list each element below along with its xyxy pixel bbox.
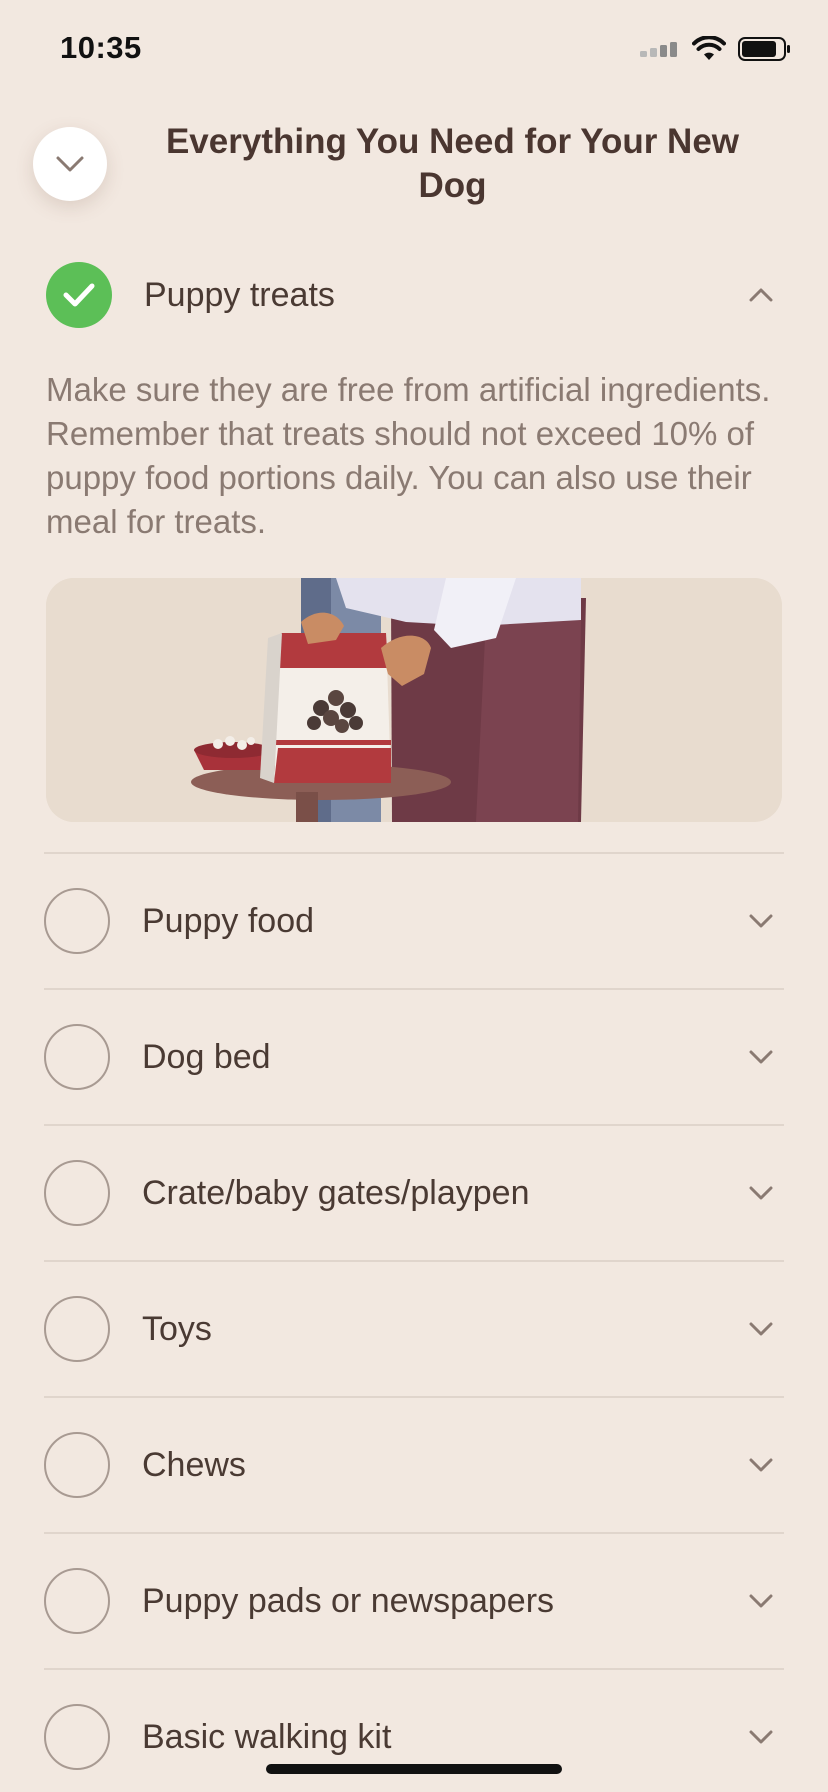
chevron-down-icon[interactable] bbox=[748, 1593, 774, 1609]
chevron-down-icon[interactable] bbox=[748, 1457, 774, 1473]
chevron-down-icon[interactable] bbox=[748, 913, 774, 929]
checkbox-unchecked[interactable] bbox=[44, 1024, 110, 1090]
checklist-item[interactable]: Toys bbox=[44, 1260, 784, 1396]
chevron-down-icon[interactable] bbox=[748, 1049, 774, 1065]
page-title: Everything You Need for Your New Dog bbox=[165, 122, 740, 205]
chevron-down-icon[interactable] bbox=[748, 1185, 774, 1201]
status-icons bbox=[640, 36, 792, 62]
checklist-item[interactable]: Dog bed bbox=[44, 988, 784, 1124]
item-label: Basic walking kit bbox=[142, 1717, 392, 1756]
checkbox-unchecked[interactable] bbox=[44, 1704, 110, 1770]
item-label: Dog bed bbox=[142, 1037, 271, 1076]
checkbox-checked[interactable] bbox=[46, 262, 112, 328]
chevron-down-icon bbox=[56, 156, 84, 172]
status-time: 10:35 bbox=[60, 30, 142, 65]
checklist-item-puppy-treats[interactable]: Puppy treats bbox=[46, 262, 784, 328]
item-label: Toys bbox=[142, 1309, 212, 1348]
item-label: Puppy pads or newspapers bbox=[142, 1581, 555, 1620]
screen: 10:35 Everything You Need for Your New D… bbox=[0, 0, 828, 1792]
item-description: Make sure they are free from artificial … bbox=[46, 371, 771, 540]
checklist-item[interactable]: Puppy food bbox=[44, 852, 784, 988]
expanded-checklist-item: Puppy treats Make sure they are free fro… bbox=[46, 262, 784, 822]
status-bar: 10:35 bbox=[0, 0, 828, 100]
checklist: Puppy food Dog bed Crate/baby gates/play… bbox=[44, 852, 784, 1792]
checkbox-unchecked[interactable] bbox=[44, 1568, 110, 1634]
battery-icon bbox=[738, 37, 790, 61]
home-indicator[interactable] bbox=[266, 1764, 562, 1774]
chevron-up-icon[interactable] bbox=[748, 287, 774, 303]
checkbox-unchecked[interactable] bbox=[44, 1432, 110, 1498]
wifi-icon bbox=[692, 36, 726, 60]
chevron-down-icon[interactable] bbox=[748, 1729, 774, 1745]
checklist-item[interactable]: Puppy pads or newspapers bbox=[44, 1532, 784, 1668]
checkbox-unchecked[interactable] bbox=[44, 888, 110, 954]
checkbox-unchecked[interactable] bbox=[44, 1160, 110, 1226]
checklist-item[interactable]: Chews bbox=[44, 1396, 784, 1532]
cellular-signal-icon bbox=[640, 42, 677, 57]
item-label: Chews bbox=[142, 1445, 246, 1484]
checklist-item[interactable]: Crate/baby gates/playpen bbox=[44, 1124, 784, 1260]
checkbox-unchecked[interactable] bbox=[44, 1296, 110, 1362]
checkmark-icon bbox=[63, 283, 95, 307]
item-label: Puppy food bbox=[142, 901, 315, 940]
item-label: Crate/baby gates/playpen bbox=[142, 1173, 530, 1212]
item-label: Puppy treats bbox=[144, 275, 335, 314]
chevron-down-icon[interactable] bbox=[748, 1321, 774, 1337]
treat-bag-scene bbox=[46, 578, 782, 822]
puppy-treats-illustration bbox=[46, 578, 782, 822]
collapse-button[interactable] bbox=[33, 127, 107, 201]
